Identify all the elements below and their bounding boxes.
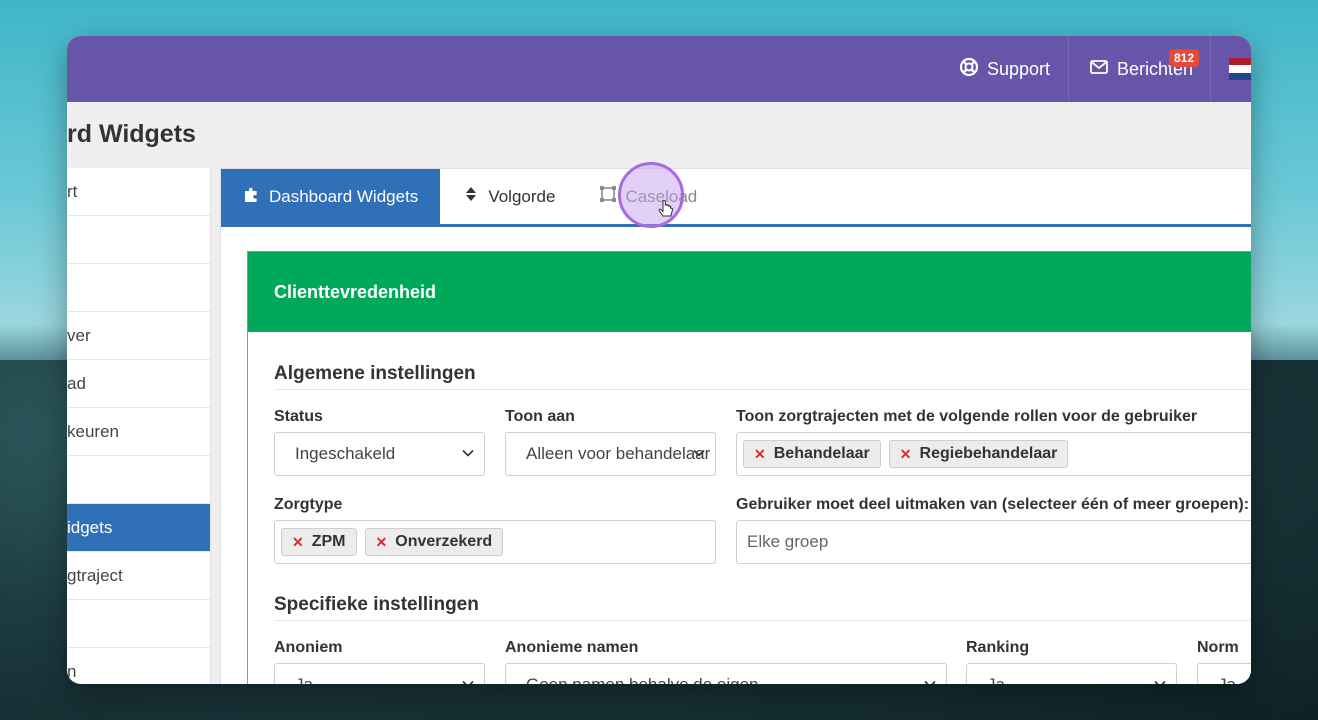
widget-card: Clienttevredenheid Algemene instellingen… [247,251,1251,684]
sidebar-item-label: keuren [67,421,119,441]
chevron-down-icon [462,680,474,684]
tag-label: ZPM [311,533,346,550]
sidebar-item-label: ad [67,373,86,393]
sidebar-item[interactable]: keuren [67,408,210,456]
chevron-down-icon [693,449,705,457]
general-settings-title: Algemene instellingen [274,363,476,384]
messages-link[interactable]: Berichten [1089,36,1193,102]
hand-cursor-icon [658,199,674,220]
sort-icon [462,185,480,208]
toon-aan-select[interactable]: Alleen voor behandelaar [505,432,716,476]
support-label: Support [987,58,1051,79]
divider [1210,36,1211,102]
tab-dashboard-widgets[interactable]: Dashboard Widgets [221,169,441,224]
tag-regiebehandelaar: ✕ Regiebehandelaar [888,440,1069,468]
norm-value: Ja [1218,675,1236,684]
norm-select[interactable]: Ja [1197,663,1251,684]
sidebar-item[interactable]: ad [67,360,210,408]
zorgtype-multiselect[interactable]: ✕ ZPM ✕ Onverzekerd [274,520,716,564]
anoniem-select[interactable]: Ja [274,663,485,684]
divider [274,389,1251,390]
card-header: Clienttevredenheid [248,252,1251,332]
sidebar-item-label: gtraject [67,565,123,585]
tag-onverzekerd: ✕ Onverzekerd [364,528,504,556]
language-flag-icon[interactable] [1229,58,1251,80]
tag-behandelaar: ✕ Behandelaar [743,440,881,468]
sidebar-item[interactable]: rt [67,168,210,216]
sidebar-item-label: ver [67,325,91,345]
divider [1068,36,1069,102]
status-label: Status [274,408,323,425]
groepen-label: Gebruiker moet deel uitmaken van (select… [736,496,1250,513]
groepen-multiselect[interactable]: Elke groep [736,520,1251,564]
status-select[interactable]: Ingeschakeld [274,432,485,476]
ranking-value: Ja [987,675,1005,684]
remove-icon[interactable]: ✕ [292,534,304,551]
tag-label: Regiebehandelaar [919,445,1058,462]
status-value: Ingeschakeld [295,444,396,463]
sidebar-item[interactable] [67,600,210,648]
sidebar-item[interactable]: n [67,648,210,684]
tab-label: Dashboard Widgets [269,186,419,206]
chevron-down-icon [1154,680,1166,684]
chevron-down-icon [462,449,474,457]
tab-volgorde[interactable]: Volgorde [440,169,577,224]
remove-icon[interactable]: ✕ [900,446,912,463]
rollen-label: Toon zorgtrajecten met de volgende rolle… [736,408,1198,425]
sidebar-item-label: idgets [67,517,113,537]
anoniem-value: Ja [295,675,313,684]
toon-aan-label: Toon aan [505,408,575,425]
anonieme-namen-value: Geen namen behalve de eigen [526,675,759,684]
divider [274,620,1251,621]
sidebar-item[interactable] [67,216,210,264]
sidebar-item[interactable]: ver [67,312,210,360]
groepen-placeholder: Elke groep [747,532,829,551]
remove-icon[interactable]: ✕ [754,446,766,463]
tab-label: Volgorde [488,186,556,206]
app-window: Support Berichten 812 rd Widgets rt ver … [67,36,1251,684]
sidebar-item-label: rt [67,181,78,201]
tag-label: Onverzekerd [395,533,493,550]
sidebar-item[interactable]: gtraject [67,552,210,600]
anoniem-label: Anoniem [274,639,343,656]
rollen-multiselect[interactable]: ✕ Behandelaar ✕ Regiebehandelaar [736,432,1251,476]
ranking-select[interactable]: Ja [966,663,1177,684]
frame-icon [599,185,617,208]
remove-icon[interactable]: ✕ [376,534,388,551]
envelope-icon [1089,57,1109,82]
anonieme-namen-label: Anonieme namen [505,639,639,656]
specific-settings-title: Specifieke instellingen [274,594,479,615]
zorgtype-label: Zorgtype [274,496,343,513]
ranking-label: Ranking [966,639,1030,656]
top-navbar: Support Berichten 812 [67,36,1251,102]
sidebar-item[interactable] [67,456,210,504]
sidebar-item-label: n [67,661,77,681]
main-panel: Dashboard Widgets Volgorde Caseload Clie… [220,162,1251,684]
support-link[interactable]: Support [959,36,1050,102]
norm-label: Norm [1197,639,1239,656]
sidebar: rt ver ad keuren idgets gtraject n [67,168,211,684]
messages-count-badge: 812 [1169,49,1200,67]
anonieme-namen-select[interactable]: Geen namen behalve de eigen [505,663,947,684]
tab-bar: Dashboard Widgets Volgorde Caseload [221,169,1251,227]
sidebar-item[interactable] [67,264,210,312]
page-title: rd Widgets [67,120,196,148]
click-highlight [618,162,684,228]
sidebar-item-dashboard-widgets[interactable]: idgets [67,504,210,552]
puzzle-icon [243,185,261,208]
tag-zpm: ✕ ZPM [281,528,357,556]
chevron-down-icon [924,680,936,684]
tag-label: Behandelaar [773,445,870,462]
lifebuoy-icon [959,57,979,82]
toon-aan-value: Alleen voor behandelaar [526,444,711,463]
